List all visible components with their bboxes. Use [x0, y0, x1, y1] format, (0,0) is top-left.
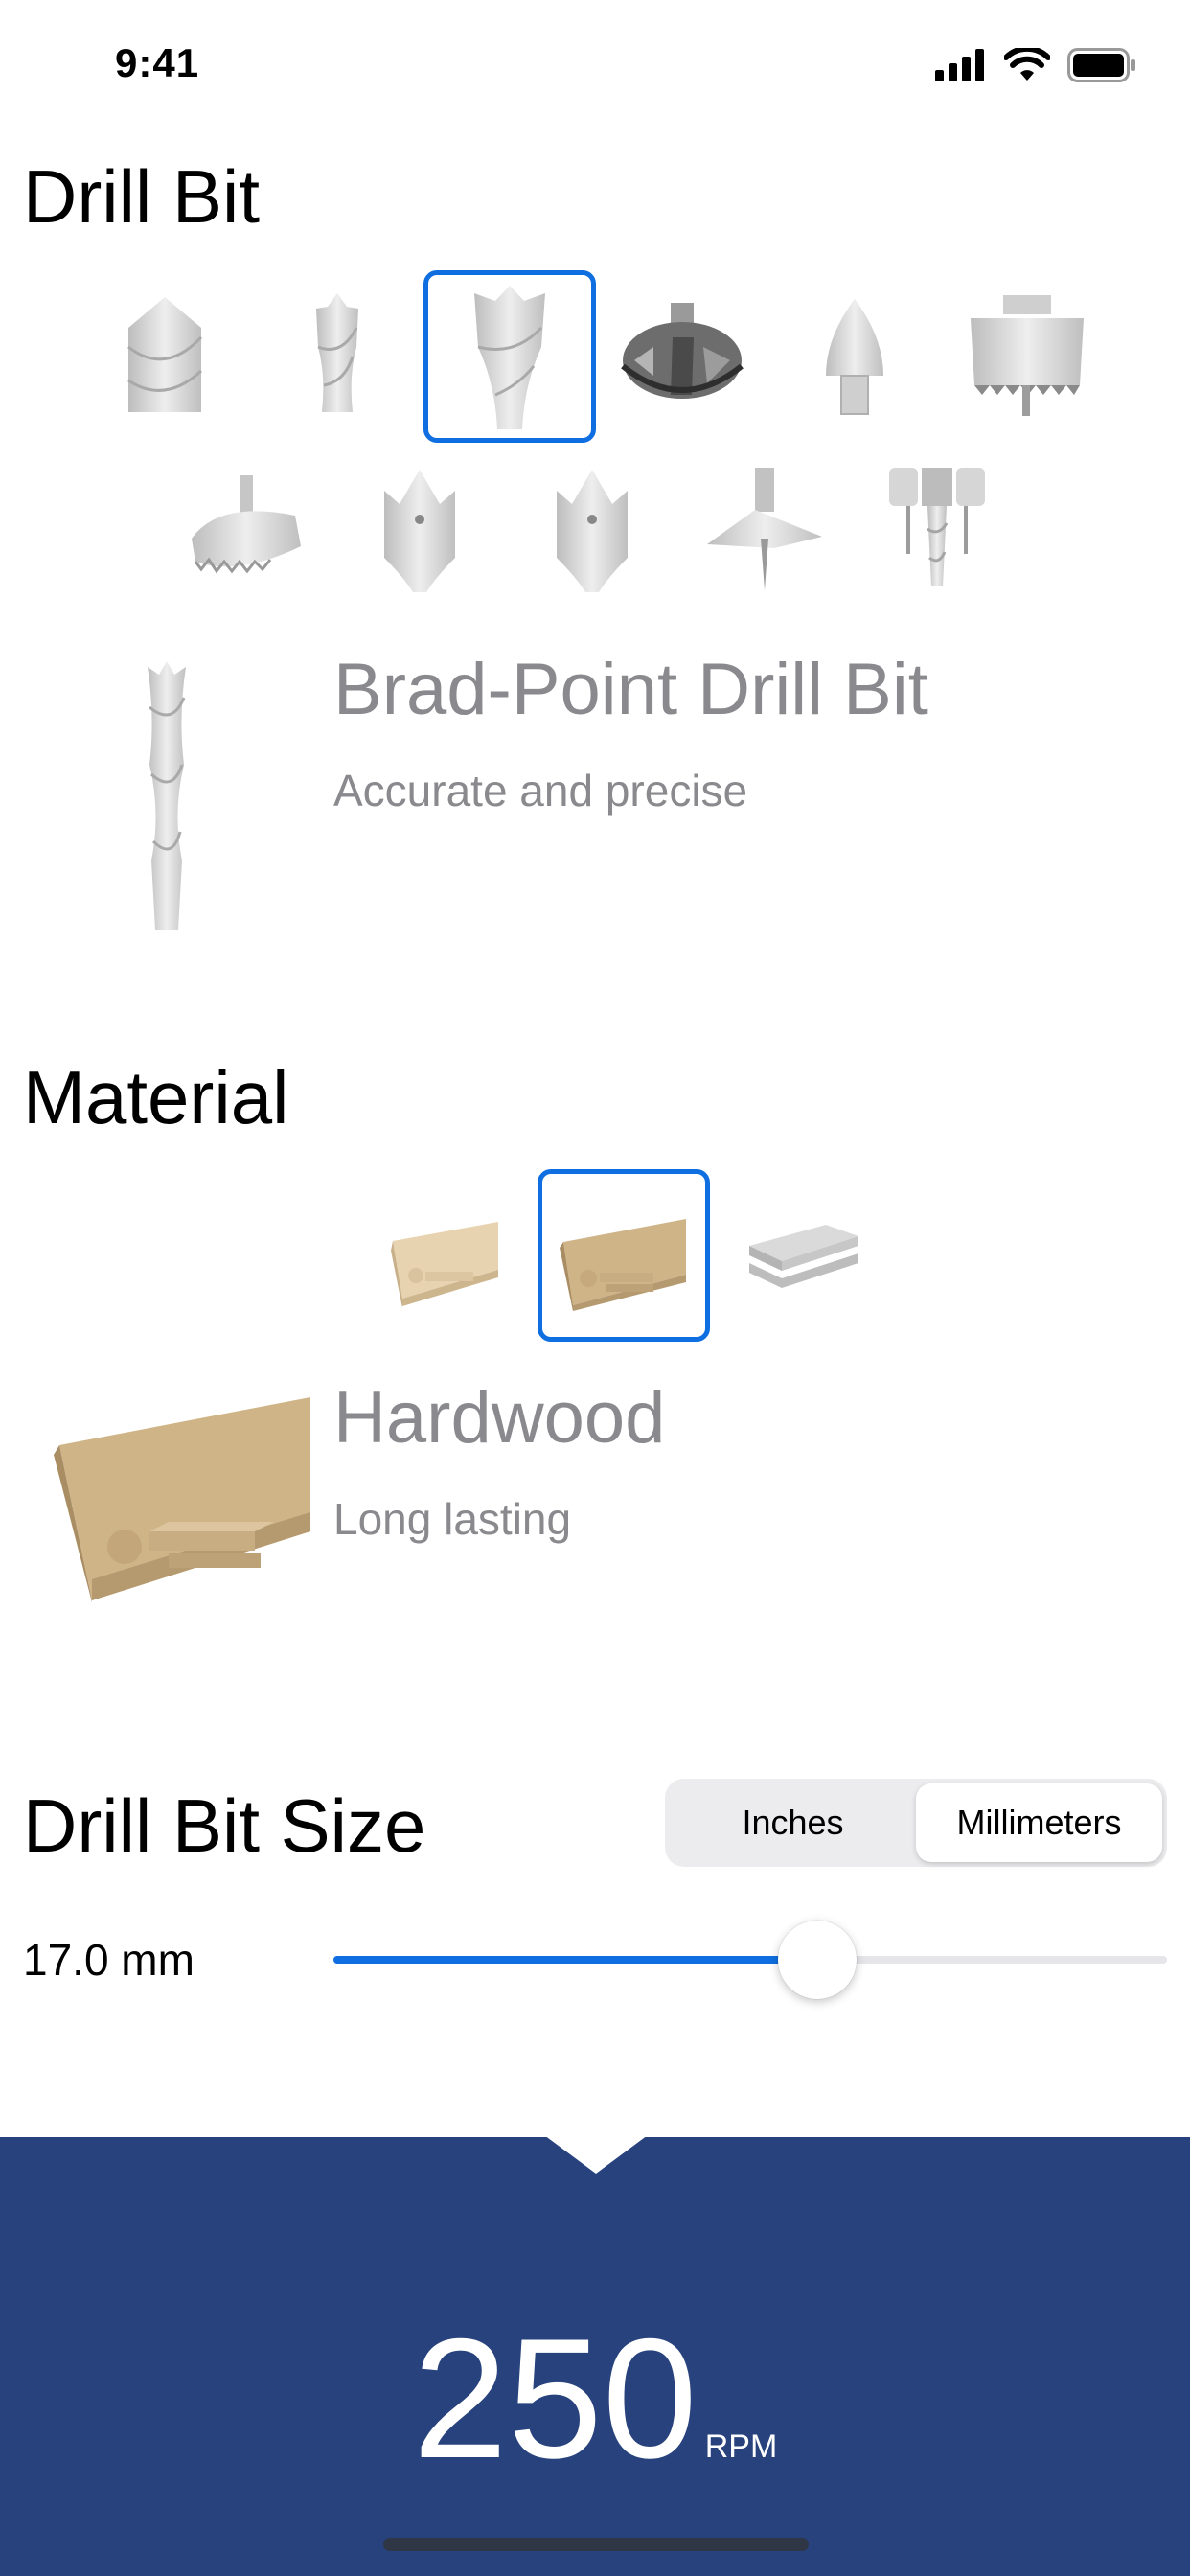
circle-cutter-icon: [192, 475, 301, 574]
drill-bit-size-slider[interactable]: [333, 1917, 1167, 2003]
selected-drill-bit-image: [148, 661, 186, 930]
brad-point-bit-icon: [474, 286, 545, 429]
rpm-value: 250: [412, 2303, 698, 2494]
twist-bit-icon: [127, 297, 203, 412]
selected-drill-bit-description: Accurate and precise: [333, 766, 748, 816]
rpm-unit: RPM: [704, 2428, 778, 2465]
slider-fill: [333, 1956, 817, 1964]
drill-bit-option-countersink[interactable]: [768, 270, 941, 443]
selected-drill-bit-name: Brad-Point Drill Bit: [333, 649, 928, 730]
spiral-bit-icon: [316, 293, 358, 412]
plug-cutter-icon: [889, 468, 985, 586]
drill-bit-row-2: [161, 443, 1023, 615]
drill-bit-option-spiral[interactable]: [251, 270, 423, 443]
drill-bit-size-value: 17.0 mm: [23, 1935, 195, 1985]
wifi-icon: [1004, 48, 1050, 80]
panel-pointer: [544, 2135, 648, 2174]
material-option-metal[interactable]: [716, 1169, 888, 1342]
drill-bit-size-title: Drill Bit Size: [23, 1783, 426, 1868]
unit-segment-inches[interactable]: Inches: [670, 1783, 916, 1862]
material-title: Material: [23, 1055, 289, 1139]
countersink-bit-icon: [826, 299, 883, 415]
forstner-bit-icon: [621, 303, 744, 399]
drill-bit-option-plug-cutter[interactable]: [851, 443, 1023, 615]
drill-bit-option-spade[interactable]: [333, 443, 506, 615]
unit-segment-millimeters[interactable]: Millimeters: [916, 1783, 1162, 1862]
material-option-hardwood[interactable]: [538, 1169, 710, 1342]
drill-bit-option-auger[interactable]: [678, 443, 851, 615]
selected-material-name: Hardwood: [333, 1377, 666, 1459]
rpm-readout: 250 RPM: [0, 2300, 1190, 2496]
status-icons: [935, 48, 1136, 82]
drill-bit-option-paddle[interactable]: [506, 443, 678, 615]
drill-bit-row-1: [79, 270, 1113, 443]
drill-bit-option-forstner[interactable]: [596, 270, 768, 443]
softwood-icon: [391, 1222, 498, 1308]
hole-saw-icon: [971, 295, 1084, 416]
status-time: 9:41: [115, 40, 200, 85]
auger-bit-icon: [707, 468, 822, 590]
cellular-signal-icon: [935, 49, 984, 81]
status-bar: 9:41: [0, 0, 1190, 134]
unit-segmented-control: Inches Millimeters: [665, 1779, 1167, 1867]
drill-bit-option-circle-cutter[interactable]: [161, 443, 333, 615]
selected-material-description: Long lasting: [333, 1494, 572, 1544]
battery-icon: [1067, 48, 1135, 82]
paddle-bit-icon: [557, 470, 628, 592]
drill-bit-option-brad-point[interactable]: [423, 270, 596, 443]
drill-bit-option-hole-saw[interactable]: [941, 270, 1113, 443]
spade-bit-icon: [384, 470, 455, 592]
slider-thumb[interactable]: [777, 1920, 857, 1999]
metal-sheet-icon: [749, 1225, 858, 1288]
material-option-softwood[interactable]: [359, 1169, 532, 1342]
hardwood-icon: [560, 1219, 686, 1311]
material-options: [359, 1169, 888, 1342]
home-indicator[interactable]: [383, 2538, 809, 2551]
drill-bit-title: Drill Bit: [23, 154, 260, 239]
drill-bit-option-twist[interactable]: [79, 270, 251, 443]
selected-material-image: [54, 1397, 310, 1602]
